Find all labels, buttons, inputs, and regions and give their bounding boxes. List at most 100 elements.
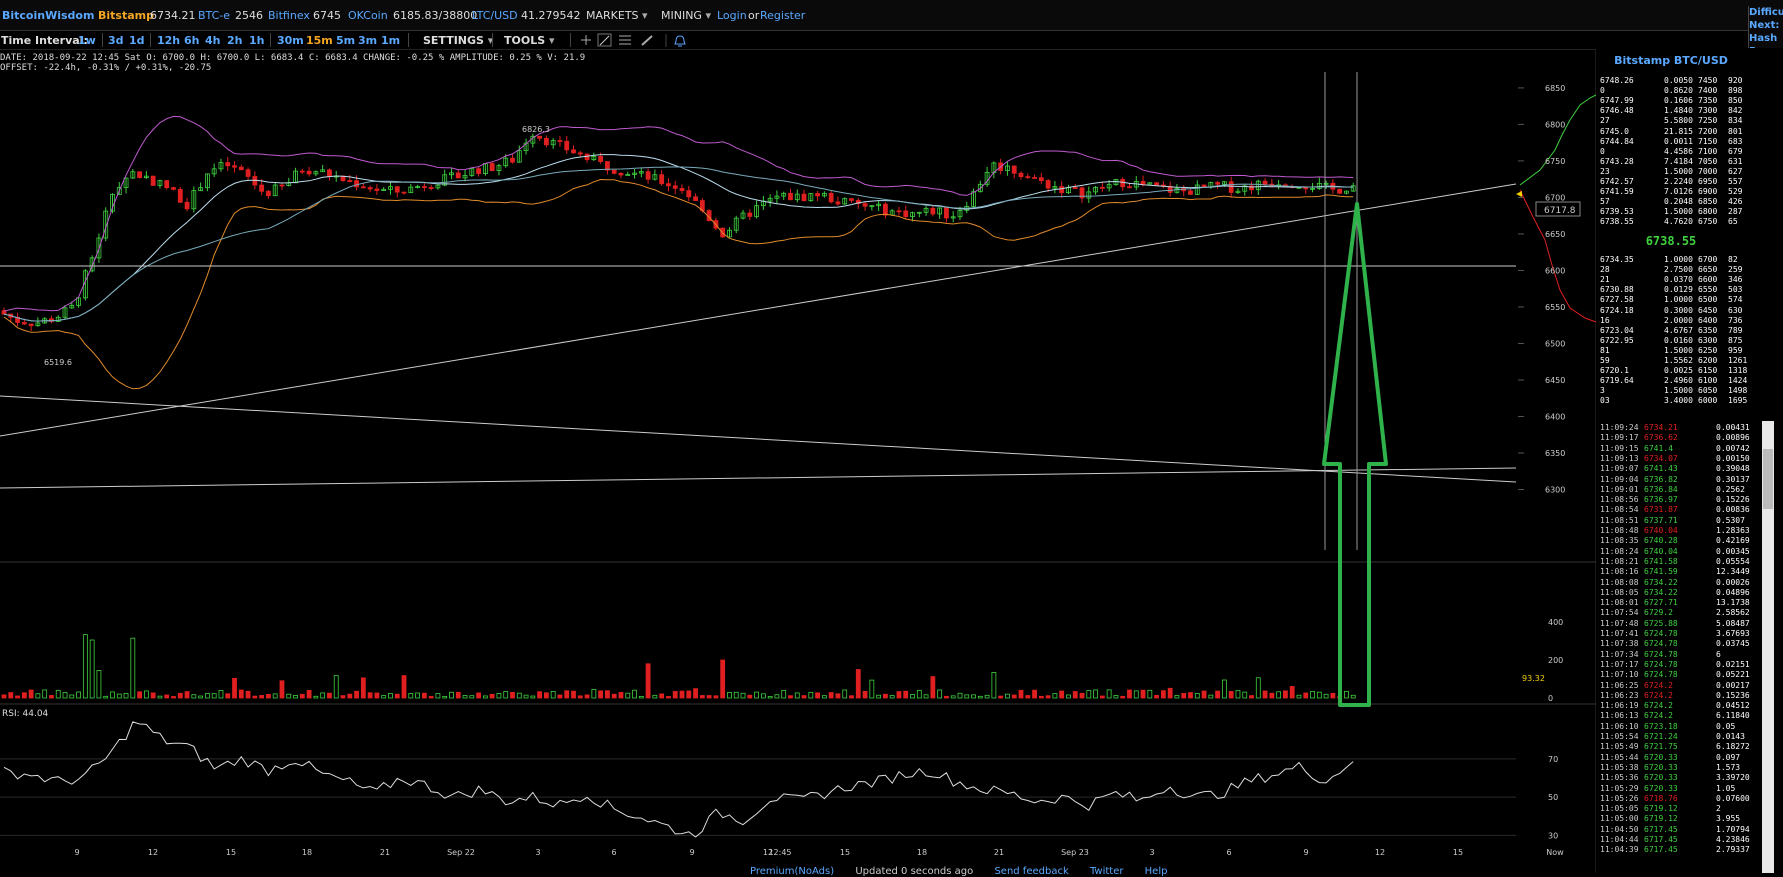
volume-bar bbox=[1079, 692, 1085, 699]
trade-price: 6723.18 bbox=[1644, 721, 1678, 731]
interval-3m[interactable]: 3m bbox=[358, 34, 377, 47]
trade-amount: 1.05 bbox=[1716, 783, 1736, 793]
trade-price: 6740.04 bbox=[1644, 546, 1678, 556]
high-annotation: 6826.3 bbox=[522, 125, 550, 134]
asks-level: 6750 bbox=[1698, 217, 1718, 227]
interval-1h[interactable]: 1h bbox=[249, 34, 265, 47]
time-tick: 21 bbox=[380, 848, 390, 857]
trade-price: 6724.78 bbox=[1644, 659, 1678, 669]
volume-bar bbox=[754, 691, 759, 699]
trade-amount: 0.0143 bbox=[1716, 732, 1745, 741]
interval-30m[interactable]: 30m bbox=[277, 34, 304, 47]
bids-price: 6730.88 bbox=[1600, 285, 1634, 295]
help-link[interactable]: Help bbox=[1145, 866, 1168, 877]
markets-menu[interactable]: MARKETS bbox=[586, 9, 648, 22]
volume-bar bbox=[1133, 690, 1139, 699]
asks-amount: 7.0126 bbox=[1664, 187, 1693, 197]
interval-2h[interactable]: 2h bbox=[227, 34, 243, 47]
trade-price: 6717.45 bbox=[1644, 835, 1678, 844]
volume-bar bbox=[137, 691, 143, 699]
candle-body bbox=[354, 180, 359, 188]
crosshair-time: 12:45 bbox=[768, 848, 791, 857]
scroll-thumb[interactable] bbox=[1763, 449, 1773, 509]
ticker-okcoin-name[interactable]: OKCoin bbox=[348, 9, 388, 22]
volume-bar bbox=[130, 637, 136, 699]
asks-total: 426 bbox=[1728, 197, 1743, 207]
candle-body bbox=[1337, 188, 1343, 194]
or-text: or bbox=[748, 9, 760, 22]
feedback-link[interactable]: Send feedback bbox=[994, 866, 1068, 877]
interval-1w[interactable]: 1w bbox=[78, 34, 96, 47]
tools-menu[interactable]: TOOLS bbox=[504, 34, 555, 47]
time-tick: Now bbox=[1546, 848, 1564, 857]
bids-price: 6724.18 bbox=[1600, 305, 1634, 315]
candle-body bbox=[28, 323, 34, 327]
trade-amount: 0.00217 bbox=[1716, 680, 1750, 690]
trade-time: 11:09:04 bbox=[1600, 474, 1639, 484]
ticker-btce-name[interactable]: BTC-e bbox=[198, 9, 230, 22]
candle-body bbox=[849, 198, 854, 201]
brush-icon[interactable] bbox=[641, 35, 653, 46]
horizontal-lines-icon[interactable] bbox=[619, 35, 631, 45]
trade-price: 6734.21 bbox=[1644, 423, 1678, 432]
candle-body bbox=[1262, 180, 1268, 185]
bids-price: 59 bbox=[1600, 356, 1610, 365]
trendline-up[interactable] bbox=[0, 183, 1517, 437]
candle-body bbox=[1215, 182, 1221, 185]
bids-total: 1318 bbox=[1728, 366, 1748, 376]
line-tool-icon[interactable] bbox=[597, 33, 612, 47]
crosshair-icon[interactable] bbox=[581, 35, 591, 45]
interval-1m[interactable]: 1m bbox=[381, 34, 400, 47]
bids-level: 6250 bbox=[1698, 345, 1718, 355]
asks-amount: 0.0050 bbox=[1664, 76, 1693, 85]
asks-price: 6738.55 bbox=[1600, 217, 1634, 227]
candle-body bbox=[171, 187, 176, 190]
interval-15m[interactable]: 15m bbox=[306, 34, 333, 47]
bids-price: 16 bbox=[1600, 315, 1610, 325]
ticker-bitfinex-name[interactable]: Bitfinex bbox=[268, 9, 310, 22]
volume-tick: 200 bbox=[1548, 656, 1563, 665]
bids-amount: 2.7500 bbox=[1664, 265, 1693, 275]
bids-level: 6500 bbox=[1698, 295, 1718, 305]
trade-price: 6740.04 bbox=[1644, 526, 1678, 535]
orderbook-panel: Bitstamp BTC/USD 6748.26 0.0050 7450 920… bbox=[1598, 50, 1748, 412]
trade-amount: 0.07600 bbox=[1716, 793, 1750, 803]
ticker-ltcusd-name[interactable]: LTC/USD bbox=[472, 9, 518, 22]
trendline-flat[interactable] bbox=[0, 467, 1517, 489]
settings-menu[interactable]: SETTINGS bbox=[423, 34, 493, 47]
candle-body bbox=[266, 190, 271, 197]
volume-bar bbox=[760, 693, 766, 699]
volume-bar bbox=[225, 693, 231, 699]
trade-price: 6736.82 bbox=[1644, 474, 1678, 484]
bell-icon[interactable] bbox=[674, 35, 686, 47]
ticker-bitstamp-name[interactable]: Bitstamp bbox=[98, 9, 154, 22]
register-link[interactable]: Register bbox=[760, 9, 805, 22]
trade-amount: 2.58562 bbox=[1716, 608, 1750, 618]
login-link[interactable]: Login bbox=[717, 9, 747, 22]
interval-3d[interactable]: 3d bbox=[108, 34, 124, 47]
interval-6h[interactable]: 6h bbox=[184, 34, 200, 47]
trade-scrollbar[interactable] bbox=[1762, 421, 1774, 873]
bids-total: 259 bbox=[1728, 265, 1743, 275]
next-label: Next: bbox=[1749, 20, 1780, 31]
trade-time: 11:05:05 bbox=[1600, 804, 1639, 814]
premium-link[interactable]: Premium(NoAds) bbox=[750, 866, 834, 877]
volume-bar bbox=[666, 696, 671, 699]
interval-1d[interactable]: 1d bbox=[129, 34, 145, 47]
time-tick: 9 bbox=[689, 848, 694, 857]
interval-4h[interactable]: 4h bbox=[205, 34, 221, 47]
low-annotation: 6519.6 bbox=[44, 358, 72, 367]
bids-price: 6719.64 bbox=[1600, 376, 1634, 386]
bollinger-upper bbox=[3, 115, 1354, 312]
mining-menu[interactable]: MINING bbox=[661, 9, 711, 22]
trendline-down[interactable] bbox=[0, 395, 1517, 483]
twitter-link[interactable]: Twitter bbox=[1090, 866, 1124, 877]
trade-amount: 0.05221 bbox=[1716, 670, 1750, 680]
candle-body bbox=[537, 135, 543, 139]
interval-12h[interactable]: 12h bbox=[157, 34, 180, 47]
price-chart[interactable]: 6850680067506700665066006550650064506400… bbox=[0, 50, 1596, 873]
volume-bar bbox=[652, 694, 658, 699]
brand-logo[interactable]: BitcoinWisdom bbox=[2, 9, 94, 22]
interval-5m[interactable]: 5m bbox=[336, 34, 355, 47]
volume-bar bbox=[821, 695, 827, 699]
